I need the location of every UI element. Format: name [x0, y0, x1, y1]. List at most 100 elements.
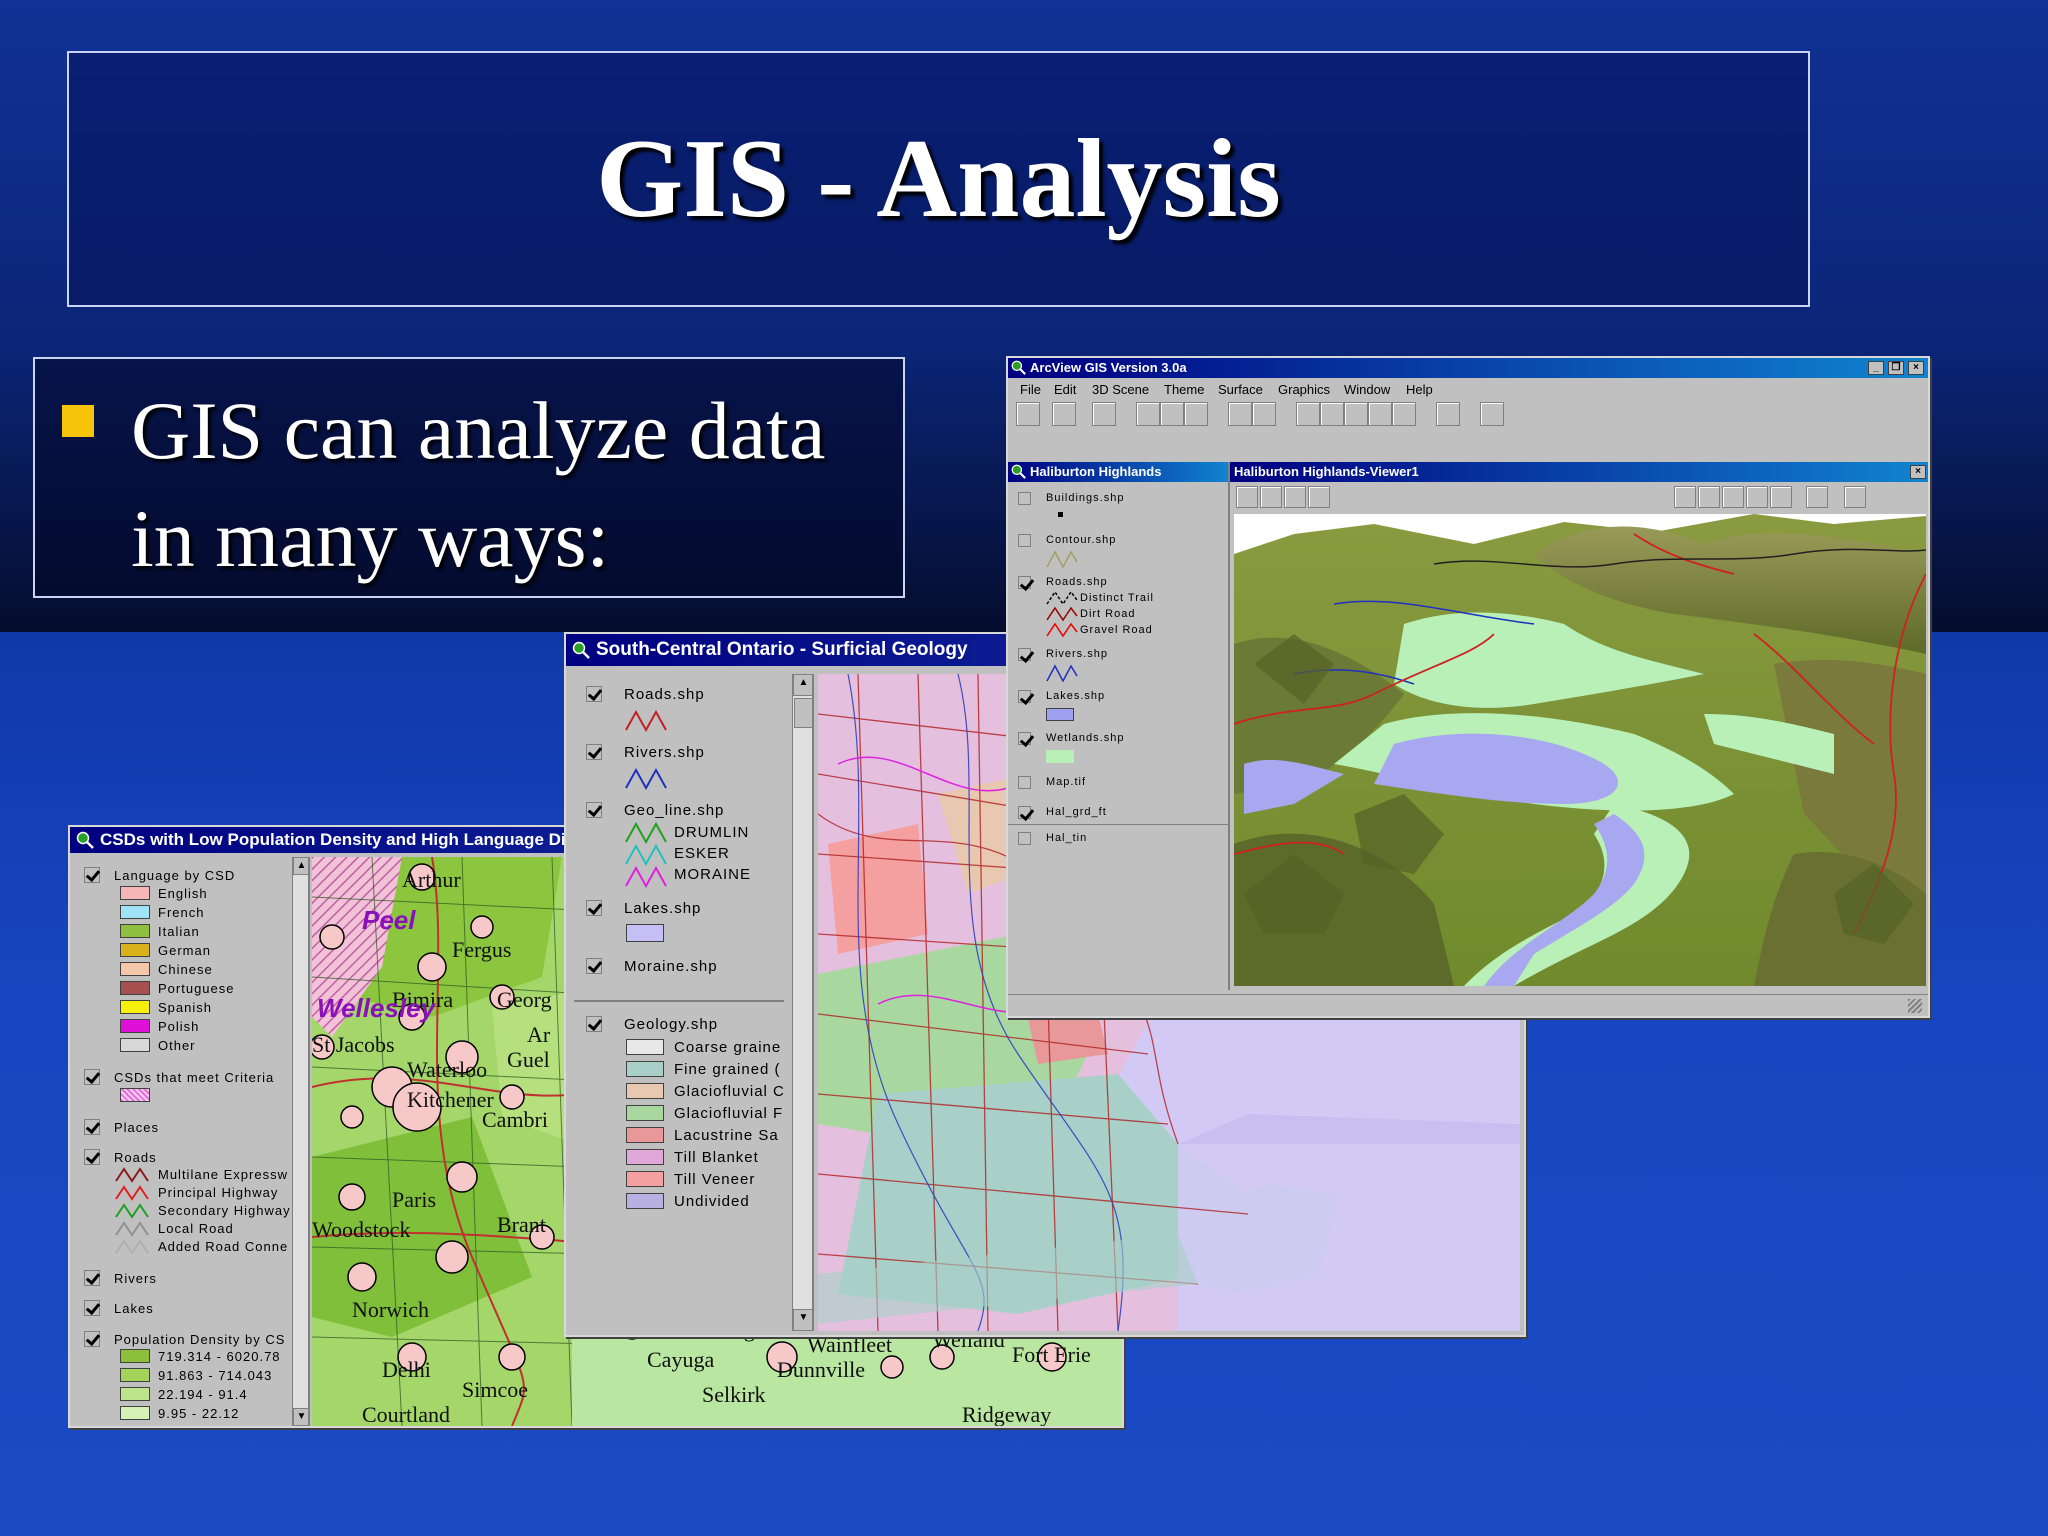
table-icon[interactable]: [1136, 402, 1160, 426]
road-line-label: Secondary Highway: [158, 1203, 291, 1218]
geo-line-icons: [625, 822, 667, 888]
lakes-checkbox[interactable]: [84, 1300, 100, 1316]
density-swatch: [120, 1406, 150, 1420]
scroll-up-arrow-icon[interactable]: ▲: [293, 857, 308, 875]
layout-icon[interactable]: [1436, 402, 1460, 426]
menu-surface[interactable]: Surface: [1218, 382, 1263, 397]
zoom-in-icon[interactable]: [1674, 486, 1696, 508]
layer-label: Buildings.shp: [1046, 492, 1125, 504]
add-theme-icon[interactable]: [1052, 402, 1076, 426]
zoom-extent-icon[interactable]: [1392, 402, 1416, 426]
legend-divider: [1008, 824, 1228, 825]
layer-checkbox[interactable]: [1018, 832, 1031, 845]
zoom-full-icon[interactable]: [1746, 486, 1768, 508]
csd-legend[interactable]: Language by CSD English French Italian G…: [74, 857, 310, 1426]
zoom-out-icon[interactable]: [1320, 402, 1344, 426]
pointer-icon[interactable]: [1284, 486, 1306, 508]
csd-window-title: CSDs with Low Population Density and Hig…: [100, 830, 566, 849]
layer-checkbox[interactable]: [1018, 492, 1031, 505]
haliburton-panel[interactable]: Haliburton Highlands Buildings.shp Conto…: [1008, 462, 1230, 990]
query-icon[interactable]: [1252, 402, 1276, 426]
map-label-woodstock: Woodstock: [312, 1217, 410, 1242]
minimize-icon[interactable]: _: [1868, 361, 1884, 375]
menu-theme[interactable]: Theme: [1164, 382, 1204, 397]
close-icon[interactable]: ×: [1910, 465, 1926, 479]
viewer-titlebar[interactable]: Haliburton Highlands-Viewer1 ×: [1230, 462, 1928, 482]
layer-checkbox[interactable]: [1018, 806, 1031, 819]
zoom-out-icon[interactable]: [1698, 486, 1720, 508]
scroll-down-arrow-icon[interactable]: ▼: [293, 1408, 308, 1426]
layer-label: Hal_grd_ft: [1046, 806, 1107, 818]
zoom-active-icon[interactable]: [1344, 402, 1368, 426]
geology-legend[interactable]: Roads.shp Rivers.shp Geo_line.shp DRUMLI…: [574, 674, 814, 1331]
road-line-label: Added Road Conne: [158, 1239, 289, 1254]
save-icon[interactable]: [1016, 402, 1040, 426]
geo-rivers-checkbox[interactable]: [586, 744, 602, 760]
geo-roads-checkbox[interactable]: [586, 686, 602, 702]
theme-table-icon[interactable]: [1184, 402, 1208, 426]
geo-line-checkbox[interactable]: [586, 802, 602, 818]
roads-checkbox[interactable]: [84, 1149, 100, 1165]
csd-legend-scrollbar[interactable]: ▲ ▼: [292, 857, 308, 1426]
menu-graphics[interactable]: Graphics: [1278, 382, 1330, 397]
layer-checkbox[interactable]: [1018, 732, 1031, 745]
map-label-delhi: Delhi: [382, 1357, 431, 1382]
haliburton-panel-titlebar[interactable]: Haliburton Highlands: [1008, 462, 1228, 482]
places-checkbox[interactable]: [84, 1119, 100, 1135]
geo-moraine-checkbox[interactable]: [586, 958, 602, 974]
arcview-layer-list[interactable]: Buildings.shp Contour.shp Roads.shp Dist…: [1008, 484, 1228, 990]
layer-checkbox[interactable]: [1018, 690, 1031, 703]
arcview-window[interactable]: ArcView GIS Version 3.0a _ ❐ × File Edit…: [1006, 356, 1930, 1018]
3d-terrain-view[interactable]: [1234, 514, 1926, 986]
map-label-ancaster: Ar: [527, 1022, 551, 1047]
geo-lakes-checkbox[interactable]: [586, 900, 602, 916]
fly-icon[interactable]: [1308, 486, 1330, 508]
zoom-full-icon[interactable]: [1368, 402, 1392, 426]
language-checkbox[interactable]: [84, 867, 100, 883]
menu-3d-scene[interactable]: 3D Scene: [1092, 382, 1149, 397]
properties-icon[interactable]: [1092, 402, 1116, 426]
swatch-label: Portuguese: [158, 981, 235, 996]
layer-label: Wetlands.shp: [1046, 732, 1125, 744]
zoom-in-icon[interactable]: [1296, 402, 1320, 426]
viewer-window[interactable]: Haliburton Highlands-Viewer1 ×: [1230, 462, 1928, 990]
scroll-down-arrow-icon[interactable]: ▼: [793, 1309, 812, 1331]
rotate-icon[interactable]: [1806, 486, 1828, 508]
map-label-paris: Paris: [392, 1187, 436, 1212]
layer-checkbox[interactable]: [1018, 534, 1031, 547]
geo-swatch: [626, 1061, 664, 1077]
layer-checkbox[interactable]: [1018, 776, 1031, 789]
zoom-active-icon[interactable]: [1722, 486, 1744, 508]
swatch-english: [120, 886, 150, 900]
info-icon[interactable]: [1236, 486, 1258, 508]
map-label-cayuga: Cayuga: [647, 1347, 714, 1372]
globe-magnifier-icon: [1011, 464, 1026, 479]
popdensity-checkbox[interactable]: [84, 1331, 100, 1347]
restore-icon[interactable]: ❐: [1888, 361, 1904, 375]
menu-help[interactable]: Help: [1406, 382, 1433, 397]
find-icon[interactable]: [1228, 402, 1252, 426]
navigate-icon[interactable]: [1260, 486, 1282, 508]
zoom-extent-icon[interactable]: [1770, 486, 1792, 508]
rivers-checkbox[interactable]: [84, 1270, 100, 1286]
layer-checkbox[interactable]: [1018, 576, 1031, 589]
arcview-titlebar[interactable]: ArcView GIS Version 3.0a _ ❐ ×: [1008, 358, 1928, 378]
geo-geology-checkbox[interactable]: [586, 1016, 602, 1032]
scroll-up-arrow-icon[interactable]: ▲: [793, 674, 812, 696]
geology-legend-scrollbar[interactable]: ▲ ▼: [792, 674, 812, 1331]
criteria-checkbox[interactable]: [84, 1069, 100, 1085]
menu-file[interactable]: File: [1020, 382, 1041, 397]
density-label: 22.194 - 91.4: [158, 1387, 248, 1402]
close-icon[interactable]: ×: [1908, 361, 1924, 375]
resize-grip-icon[interactable]: [1908, 999, 1922, 1013]
contour-line-icon: [1046, 550, 1078, 568]
map-label-brant: Brant: [497, 1212, 546, 1237]
layer-checkbox[interactable]: [1018, 648, 1031, 661]
edit-legend-icon[interactable]: [1160, 402, 1184, 426]
help-pointer-icon[interactable]: [1480, 402, 1504, 426]
menu-edit[interactable]: Edit: [1054, 382, 1076, 397]
scroll-thumb[interactable]: [794, 698, 812, 728]
menu-window[interactable]: Window: [1344, 382, 1390, 397]
save-icon[interactable]: [1844, 486, 1866, 508]
map-label-ridgeway: Ridgeway: [962, 1402, 1051, 1426]
